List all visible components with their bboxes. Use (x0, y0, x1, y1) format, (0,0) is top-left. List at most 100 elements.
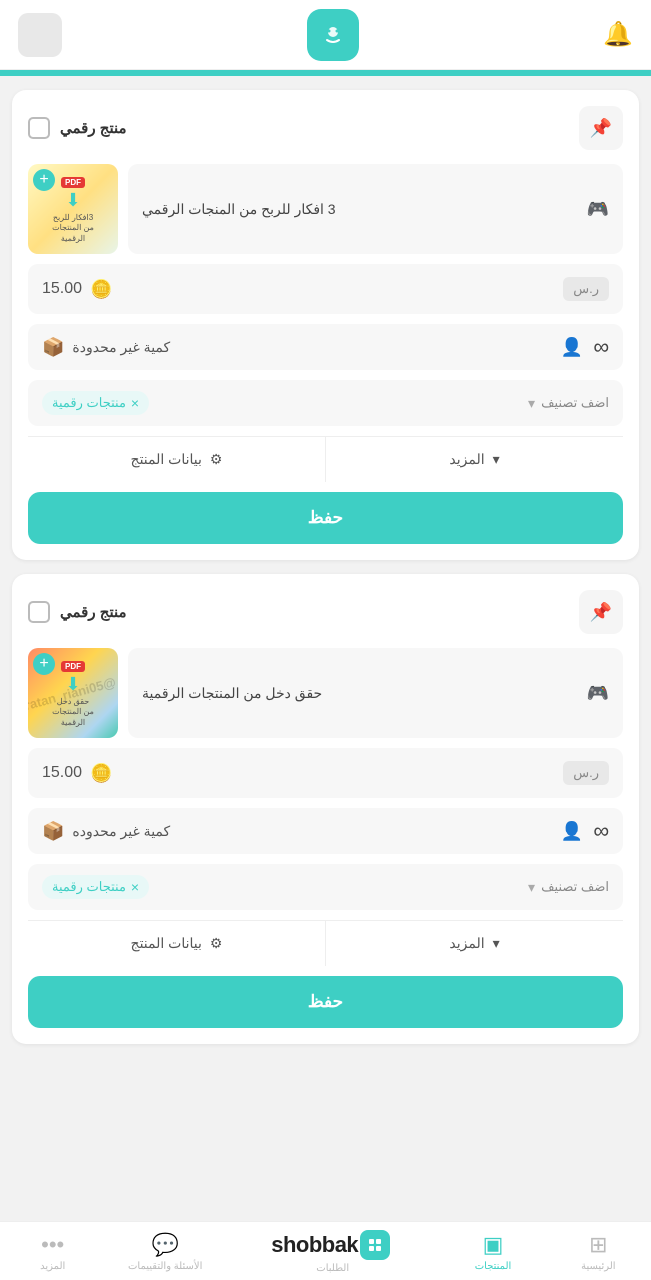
person-icon-2: 👤 (561, 821, 583, 842)
add-tag-label: اضف تصنيف (541, 395, 609, 411)
add-tag-left[interactable]: اضف تصنيف ▾ (528, 395, 609, 412)
products-icon: ▣ (483, 1232, 504, 1258)
bottom-navigation: ⊞ الرئيسية ▣ المنتجات shobbak الطلبات 💬 … (0, 1221, 651, 1280)
qty-left: ∞ 👤 (561, 334, 609, 360)
card-top-row-2: 📌 منتج رقمي (28, 590, 623, 634)
header: 🔔 (0, 0, 651, 70)
tag-badge-2[interactable]: × منتجات رقمية (42, 875, 149, 899)
products-label: المنتجات (475, 1261, 512, 1272)
tag-label: منتجات رقمية (52, 395, 126, 411)
orders-label: الطلبات (316, 1263, 349, 1274)
product-image-1[interactable]: + PDF ⬇ 3افكار للربح من المنتجات الرقمية (28, 164, 118, 254)
person-icon: 👤 (561, 337, 583, 358)
tag-label-2: منتجات رقمية (52, 879, 126, 895)
product-row-2: 🎮 حقق دخل من المنتجات الرقمية + PDF ⬇ حق… (28, 648, 623, 738)
shobbak-text: shobbak (271, 1232, 358, 1258)
nav-item-products[interactable]: ▣ المنتجات (463, 1232, 523, 1272)
product-name-field-2[interactable]: 🎮 حقق دخل من المنتجات الرقمية (128, 648, 623, 738)
product-data-button[interactable]: ⚙ بيانات المنتج (28, 437, 325, 482)
card-top-row: 📌 منتج رقمي (28, 106, 623, 150)
product-image-2[interactable]: + PDF ⬇ حقق دخل من المنتجات الرقمية 1.5 … (28, 648, 118, 738)
qty-left-2: ∞ 👤 (561, 818, 609, 844)
currency-label-2[interactable]: ر.س (563, 761, 609, 785)
more-nav-label: المزيد (40, 1261, 65, 1272)
more-icon: ••• (41, 1232, 64, 1258)
game-icon: 🎮 (587, 199, 609, 220)
product-name-field[interactable]: 🎮 3 افكار للربح من المنجات الرقمي (128, 164, 623, 254)
more-button[interactable]: ▾ المزيد (325, 437, 623, 482)
sliders-icon: ⚙ (210, 451, 223, 468)
shobbak-logo-icon (360, 1230, 390, 1260)
quantity-label-2: كمية غير محدوده (72, 823, 170, 840)
infinity-icon-2: ∞ (593, 818, 609, 844)
sliders-icon-2: ⚙ (210, 935, 223, 952)
bell-icon[interactable]: 🔔 (603, 20, 633, 49)
card-title: منتج رقمي (60, 119, 127, 137)
coin-icon-2: 🪙 (90, 763, 112, 784)
more-label-2: المزيد (449, 935, 484, 952)
pdf-badge-2: PDF (61, 661, 85, 672)
more-label: المزيد (449, 451, 484, 468)
pin-button[interactable]: 📌 (579, 106, 623, 150)
tag-right-2: × منتجات رقمية (42, 875, 149, 899)
product-card-1: 📌 منتج رقمي 🎮 3 افكار للربح من المنجات ا… (12, 90, 639, 560)
product-data-button-2[interactable]: ⚙ بيانات المنتج (28, 921, 325, 966)
avatar[interactable] (18, 13, 62, 57)
tag-badge[interactable]: × منتجات رقمية (42, 391, 149, 415)
save-button-1[interactable]: حفظ (28, 492, 623, 544)
remove-tag-button-2[interactable]: × (131, 879, 139, 895)
chevron-down-icon-3: ▾ (493, 935, 500, 952)
chevron-down-icon: ▾ (528, 395, 535, 412)
box-icon-2: 📦 (42, 821, 64, 842)
save-button-2[interactable]: حفظ (28, 976, 623, 1028)
game-icon-2: 🎮 (587, 683, 609, 704)
chevron-down-icon: ▾ (493, 451, 500, 468)
product-name-text: 3 افكار للربح من المنجات الرقمي (142, 201, 336, 218)
app-logo (307, 9, 359, 61)
card-top-right: 📌 (579, 106, 623, 150)
price-row-1: ر.س 🪙 15.00 (28, 264, 623, 314)
home-label: الرئيسية (581, 1261, 615, 1272)
infinity-icon: ∞ (593, 334, 609, 360)
tag-row-1: اضف تصنيف ▾ × منتجات رقمية (28, 380, 623, 426)
card-bottom-row-1: ▾ المزيد ⚙ بيانات المنتج (28, 436, 623, 482)
price-row-2: ر.س 🪙 15.00 (28, 748, 623, 798)
add-image-button-2[interactable]: + (33, 653, 55, 675)
card-top-right-2: 📌 (579, 590, 623, 634)
quantity-row-2: ∞ 👤 كمية غير محدوده 📦 (28, 808, 623, 854)
product-checkbox-2[interactable] (28, 601, 50, 623)
add-tag-left-2[interactable]: اضف تصنيف ▾ (528, 879, 609, 896)
product-checkbox[interactable] (28, 117, 50, 139)
product-row: 🎮 3 افكار للربح من المنجات الرقمي + PDF … (28, 164, 623, 254)
nav-item-qa[interactable]: 💬 الأسئلة والتقييمات (128, 1232, 202, 1272)
price-value[interactable]: 15.00 (42, 280, 82, 298)
nav-item-home[interactable]: ⊞ الرئيسية (568, 1232, 628, 1272)
pdf-badge: PDF (61, 177, 85, 188)
price-value-2[interactable]: 15.00 (42, 764, 82, 782)
product-data-label-2: بيانات المنتج (131, 935, 202, 952)
qty-right-2: كمية غير محدوده 📦 (42, 821, 170, 842)
product-card-2: 📌 منتج رقمي 🎮 حقق دخل من المنتجات الرقمي… (12, 574, 639, 1044)
add-image-button[interactable]: + (33, 169, 55, 191)
tag-right: × منتجات رقمية (42, 391, 149, 415)
box-icon: 📦 (42, 337, 64, 358)
remove-tag-button[interactable]: × (131, 395, 139, 411)
currency-label[interactable]: ر.س (563, 277, 609, 301)
coin-icon: 🪙 (90, 279, 112, 300)
qty-right: كمية غير محدودة 📦 (42, 337, 170, 358)
qa-icon: 💬 (151, 1232, 178, 1258)
add-tag-label-2: اضف تصنيف (541, 879, 609, 895)
nav-item-orders[interactable]: shobbak الطلبات (248, 1230, 418, 1274)
pin-button-2[interactable]: 📌 (579, 590, 623, 634)
shobbak-brand: shobbak (271, 1230, 394, 1260)
more-button-2[interactable]: ▾ المزيد (325, 921, 623, 966)
nav-item-more[interactable]: ••• المزيد (23, 1232, 83, 1272)
home-icon: ⊞ (589, 1232, 607, 1258)
product-data-label: بيانات المنتج (131, 451, 202, 468)
product-name-text-2: حقق دخل من المنتجات الرقمية (142, 685, 322, 702)
product-image-text-1: 3افكار للربح من المنتجات الرقمية (48, 211, 98, 246)
quantity-row-1: ∞ 👤 كمية غير محدودة 📦 (28, 324, 623, 370)
quantity-label: كمية غير محدودة (72, 339, 170, 356)
tag-row-2: اضف تصنيف ▾ × منتجات رقمية (28, 864, 623, 910)
chevron-down-icon-2: ▾ (528, 879, 535, 896)
